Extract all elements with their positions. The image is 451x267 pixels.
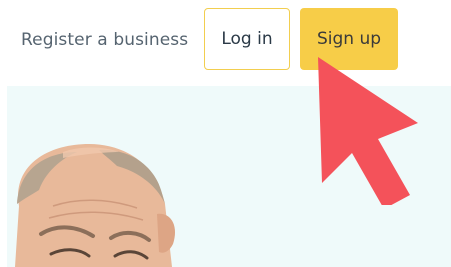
header-bar: Register a business Log in Sign up: [0, 0, 451, 86]
page: Register a business Log in Sign up: [0, 0, 451, 267]
hero-person-photo: [15, 144, 176, 267]
login-button[interactable]: Log in: [204, 8, 290, 70]
signup-button-label: Sign up: [316, 29, 382, 49]
login-button-label: Log in: [221, 29, 273, 49]
register-business-link[interactable]: Register a business: [21, 30, 188, 50]
hero-section: [7, 86, 451, 267]
signup-button[interactable]: Sign up: [300, 8, 398, 70]
